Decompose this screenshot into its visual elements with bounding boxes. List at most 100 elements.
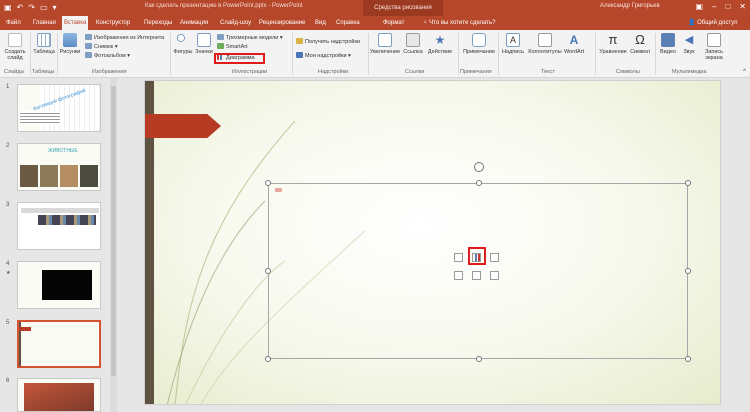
resize-handle[interactable] xyxy=(476,356,482,362)
thumb-photo-strip xyxy=(38,215,96,225)
group-separator xyxy=(458,33,459,75)
thumb-text-block xyxy=(20,111,60,125)
resize-handle[interactable] xyxy=(685,180,691,186)
tab-home[interactable]: Главная xyxy=(31,16,58,30)
zoom-icon xyxy=(378,33,392,47)
insert-content-icons xyxy=(454,247,502,289)
resize-handle[interactable] xyxy=(265,268,271,274)
pictures-button[interactable]: Рисунки xyxy=(58,33,82,55)
tab-slideshow[interactable]: Слайд-шоу xyxy=(218,16,253,30)
close-icon[interactable]: ✕ xyxy=(739,1,746,13)
resize-handle[interactable] xyxy=(685,356,691,362)
photo-album-button[interactable]: Фотоальбом ▾ xyxy=(85,52,130,60)
scrollbar-thumb[interactable] xyxy=(111,86,116,376)
screen-recording-button[interactable]: Запись экрана xyxy=(699,33,729,61)
my-addins-button[interactable]: Мои надстройки ▾ xyxy=(296,52,351,60)
slide-thumbnail-2[interactable]: ЖИВОТНЫЕ xyxy=(17,143,101,191)
table-button[interactable]: Таблица xyxy=(32,33,56,55)
insert-video-icon[interactable] xyxy=(490,271,499,280)
online-pictures-icon xyxy=(85,34,92,40)
audio-button[interactable]: ◀ Звук xyxy=(680,33,698,55)
resize-handle[interactable] xyxy=(265,180,271,186)
slide-thumbnail-1[interactable]: Коллекция фотографий xyxy=(17,84,101,132)
customize-qat-icon[interactable]: ▾ xyxy=(53,2,57,14)
resize-handle[interactable] xyxy=(685,268,691,274)
ribbon-tabs: Файл Главная Вставка Конструктор Переход… xyxy=(0,16,750,30)
header-footer-icon xyxy=(538,33,552,47)
slides-panel-scrollbar[interactable] xyxy=(110,78,117,412)
symbol-button[interactable]: Ω Символ xyxy=(629,33,651,56)
group-label-images: Изображения xyxy=(92,69,127,75)
shapes-button[interactable]: Фигуры xyxy=(172,33,194,55)
tab-file[interactable]: Файл xyxy=(4,16,23,30)
share-button[interactable]: 👤 Общий доступ xyxy=(688,16,737,30)
person-icon: 👤 xyxy=(688,20,698,26)
slide-thumbnail-5-selected[interactable] xyxy=(17,320,101,368)
tab-help[interactable]: Справка xyxy=(334,16,362,30)
photo-album-icon xyxy=(85,52,92,58)
screenshot-button[interactable]: Снимок ▾ xyxy=(85,43,118,51)
current-slide[interactable] xyxy=(144,80,721,405)
minimize-icon[interactable]: – xyxy=(712,1,716,13)
equation-button[interactable]: π Уравнение xyxy=(598,33,628,56)
maximize-icon[interactable]: □ xyxy=(725,1,730,13)
shapes-icon xyxy=(176,33,190,47)
wordart-button[interactable]: A WordArt xyxy=(563,33,585,55)
thumb-screenshot xyxy=(21,208,99,246)
3d-models-button[interactable]: Трехмерные модели ▾ xyxy=(217,34,283,42)
group-label-comments: Примечания xyxy=(460,69,492,75)
resize-handle[interactable] xyxy=(476,180,482,186)
new-slide-icon xyxy=(8,33,22,47)
context-tab-group: Средства рисования xyxy=(363,0,443,16)
title-bar: ▣ ↶ ↷ ▭ ▾ Как сделать презентацию в Powe… xyxy=(0,0,750,16)
save-icon[interactable]: ▣ xyxy=(4,2,12,14)
insert-smartart-icon[interactable] xyxy=(490,253,499,262)
thumb-photo xyxy=(80,165,98,187)
rotate-handle-icon[interactable] xyxy=(474,162,484,172)
smartart-button[interactable]: SmartArt xyxy=(217,43,248,51)
insert-picture-icon[interactable] xyxy=(454,271,463,280)
slide-thumbnail-4[interactable] xyxy=(17,261,101,309)
group-label-text: Текст xyxy=(541,69,555,75)
collapse-ribbon-icon[interactable]: ^ xyxy=(743,69,746,75)
new-slide-button[interactable]: Создать слайд xyxy=(2,33,28,61)
slide-thumbnail-3[interactable] xyxy=(17,202,101,250)
insert-online-picture-icon[interactable] xyxy=(472,271,481,280)
tab-insert[interactable]: Вставка xyxy=(62,16,89,30)
slide-number: 6 xyxy=(6,378,10,384)
window-title: Как сделать презентацию в PowerPoint.ppt… xyxy=(145,3,303,9)
tab-view[interactable]: Вид xyxy=(313,16,328,30)
video-button[interactable]: Видео xyxy=(657,33,679,55)
zoom-button[interactable]: Увеличение xyxy=(369,33,401,55)
link-icon xyxy=(406,33,420,47)
undo-icon[interactable]: ↶ xyxy=(17,2,24,14)
textbox-button[interactable]: A Надпись xyxy=(500,33,526,55)
star-icon: ★ xyxy=(6,270,11,276)
user-name[interactable]: Александр Григорьев xyxy=(600,3,660,9)
content-placeholder[interactable] xyxy=(265,162,691,362)
group-label-addins: Надстройки xyxy=(318,69,349,75)
redo-icon[interactable]: ↷ xyxy=(28,2,35,14)
tab-transitions[interactable]: Переходы xyxy=(142,16,174,30)
link-button[interactable]: Ссылка xyxy=(403,33,423,55)
insert-chart-highlight xyxy=(468,247,486,265)
icons-button[interactable]: Значки xyxy=(195,33,213,55)
online-pictures-button[interactable]: Изображения из Интернета xyxy=(85,34,164,42)
comment-button[interactable]: Примечание xyxy=(461,33,497,55)
group-separator xyxy=(595,33,596,75)
comment-icon xyxy=(472,33,486,47)
tab-animations[interactable]: Анимация xyxy=(178,16,210,30)
tab-design[interactable]: Конструктор xyxy=(94,16,132,30)
resize-handle[interactable] xyxy=(265,356,271,362)
action-button[interactable]: ★ Действие xyxy=(425,33,455,55)
tell-me-search[interactable]: ♀ Что вы хотите сделать? xyxy=(423,16,496,30)
tab-review[interactable]: Рецензирование xyxy=(257,16,307,30)
ribbon-display-icon[interactable]: ▣ xyxy=(695,1,703,13)
header-footer-button[interactable]: Колонтитулы xyxy=(528,33,562,55)
slide-thumbnail-6[interactable] xyxy=(17,378,101,412)
start-presentation-icon[interactable]: ▭ xyxy=(40,2,48,14)
get-addins-button[interactable]: Получить надстройки xyxy=(296,38,360,46)
insert-table-icon[interactable] xyxy=(454,253,463,262)
tab-format[interactable]: Формат xyxy=(381,16,406,30)
group-label-symbols: Символы xyxy=(616,69,640,75)
